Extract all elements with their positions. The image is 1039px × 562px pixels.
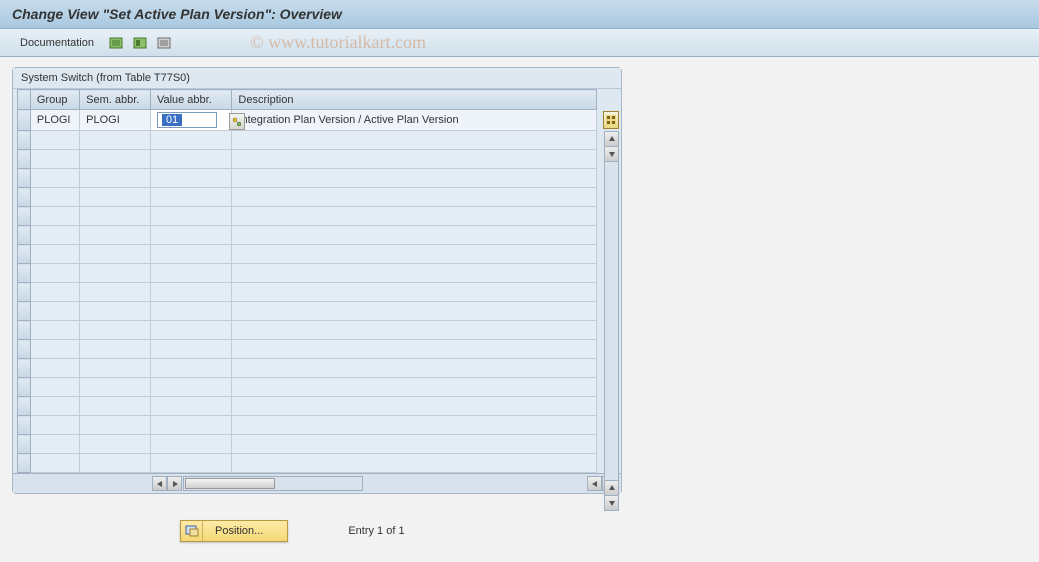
panel-title: System Switch (from Table T77S0) (13, 68, 621, 89)
scroll-up2-icon[interactable] (605, 480, 618, 495)
hscroll-thumb[interactable] (185, 478, 275, 489)
table-row (18, 150, 597, 169)
table-row (18, 283, 597, 302)
horizontal-scrollbar (13, 473, 621, 493)
value-help-button[interactable] (229, 113, 245, 130)
hscroll-left-start-icon[interactable] (152, 476, 167, 491)
hscroll-track[interactable] (183, 476, 363, 491)
entry-count-text: Entry 1 of 1 (348, 525, 404, 537)
table-row (18, 131, 597, 150)
toolbar-icon-3[interactable] (154, 33, 174, 53)
table-header-row: Group Sem. abbr. Value abbr. Description (18, 90, 597, 110)
bottom-bar: Position... Entry 1 of 1 (0, 504, 1039, 542)
toolbar-icon-1[interactable] (106, 33, 126, 53)
scroll-up-icon[interactable] (605, 132, 618, 147)
row-selector[interactable] (18, 110, 31, 131)
table-row (18, 454, 597, 473)
scroll-down-icon[interactable] (605, 147, 618, 162)
hscroll-left-end-icon[interactable] (587, 476, 602, 491)
table-row (18, 397, 597, 416)
table-row (18, 359, 597, 378)
table-row (18, 264, 597, 283)
table-row (18, 416, 597, 435)
col-header-group[interactable]: Group (30, 90, 79, 110)
page-title: Change View "Set Active Plan Version": O… (12, 6, 1027, 22)
cell-sem: PLOGI (80, 110, 151, 131)
table-row (18, 245, 597, 264)
position-button-label: Position... (203, 525, 287, 537)
toolbar: Documentation (0, 29, 1039, 57)
value-input[interactable]: 01 (157, 112, 217, 128)
col-header-desc[interactable]: Description (232, 90, 597, 110)
table-row (18, 435, 597, 454)
hscroll-right-start-icon[interactable] (167, 476, 182, 491)
table-row (18, 340, 597, 359)
cell-val[interactable]: 01 (150, 110, 231, 131)
toolbar-icon-2[interactable] (130, 33, 150, 53)
scroll-down2-icon[interactable] (605, 495, 618, 510)
table-row (18, 226, 597, 245)
table-row[interactable]: PLOGI PLOGI 01 Integration Plan Version … (18, 110, 597, 131)
table-row (18, 378, 597, 397)
table-row (18, 302, 597, 321)
data-table: Group Sem. abbr. Value abbr. Description… (17, 89, 597, 473)
table-settings-button[interactable] (603, 111, 619, 129)
table-row (18, 169, 597, 188)
col-header-sem[interactable]: Sem. abbr. (80, 90, 151, 110)
vertical-scrollbar[interactable] (604, 131, 619, 511)
col-header-val[interactable]: Value abbr. (150, 90, 231, 110)
table-row (18, 321, 597, 340)
title-bar: Change View "Set Active Plan Version": O… (0, 0, 1039, 29)
position-icon (181, 521, 203, 541)
row-selector-header[interactable] (18, 90, 31, 110)
cell-desc: Integration Plan Version / Active Plan V… (232, 110, 597, 131)
cell-group: PLOGI (30, 110, 79, 131)
table-row (18, 207, 597, 226)
documentation-button[interactable]: Documentation (12, 35, 102, 51)
system-switch-panel: System Switch (from Table T77S0) Group S… (12, 67, 622, 494)
table-row (18, 188, 597, 207)
position-button[interactable]: Position... (180, 520, 288, 542)
